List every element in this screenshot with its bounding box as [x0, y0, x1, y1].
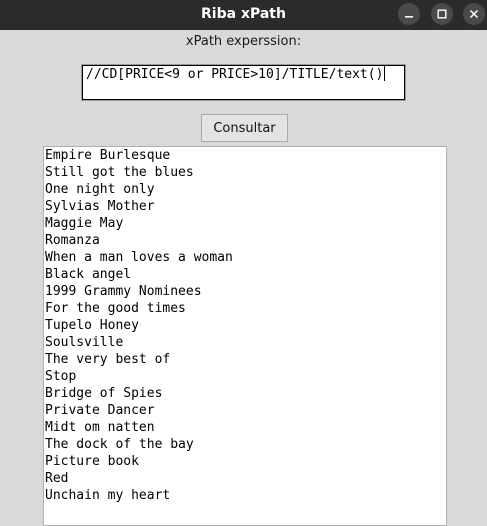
result-line: Unchain my heart: [45, 488, 171, 503]
minimize-icon: [404, 9, 414, 19]
title-bar: Riba xPath: [0, 0, 487, 30]
maximize-icon: [437, 9, 447, 19]
result-line: The very best of: [45, 352, 171, 367]
result-line: The dock of the bay: [45, 437, 194, 452]
result-line: One night only: [45, 182, 155, 197]
result-line: Still got the blues: [45, 165, 194, 180]
xpath-input[interactable]: //CD[PRICE<9 or PRICE>10]/TITLE/text(): [81, 64, 406, 101]
results-list: Empire Burlesque Still got the blues One n…: [45, 147, 233, 504]
close-button[interactable]: [463, 3, 485, 25]
consultar-button[interactable]: Consultar: [201, 114, 288, 142]
result-line: Stop: [45, 369, 77, 384]
result-line: Tupelo Honey: [45, 318, 139, 333]
minimize-button[interactable]: [398, 3, 420, 25]
result-line: Private Dancer: [45, 403, 155, 418]
close-icon: [469, 9, 479, 19]
results-textarea[interactable]: Empire Burlesque Still got the blues One n…: [43, 146, 447, 526]
result-line: For the good times: [45, 301, 186, 316]
result-line: Black angel: [45, 267, 132, 282]
xpath-input-value: //CD[PRICE<9 or PRICE>10]/TITLE/text(): [86, 66, 386, 82]
result-line: When a man loves a woman: [45, 250, 233, 265]
result-line: Midt om natten: [45, 420, 155, 435]
result-line: Soulsville: [45, 335, 124, 350]
text-caret: [384, 66, 386, 81]
result-line: Bridge of Spies: [45, 386, 163, 401]
result-line: Empire Burlesque: [45, 148, 171, 163]
result-line: Red: [45, 471, 69, 486]
result-line: Sylvias Mother: [45, 199, 155, 214]
xpath-expression-label: xPath experssion:: [185, 34, 302, 49]
result-line: Romanza: [45, 233, 100, 248]
result-line: Maggie May: [45, 216, 124, 231]
result-line: Picture book: [45, 454, 139, 469]
maximize-button[interactable]: [431, 3, 453, 25]
result-line: 1999 Grammy Nominees: [45, 284, 202, 299]
